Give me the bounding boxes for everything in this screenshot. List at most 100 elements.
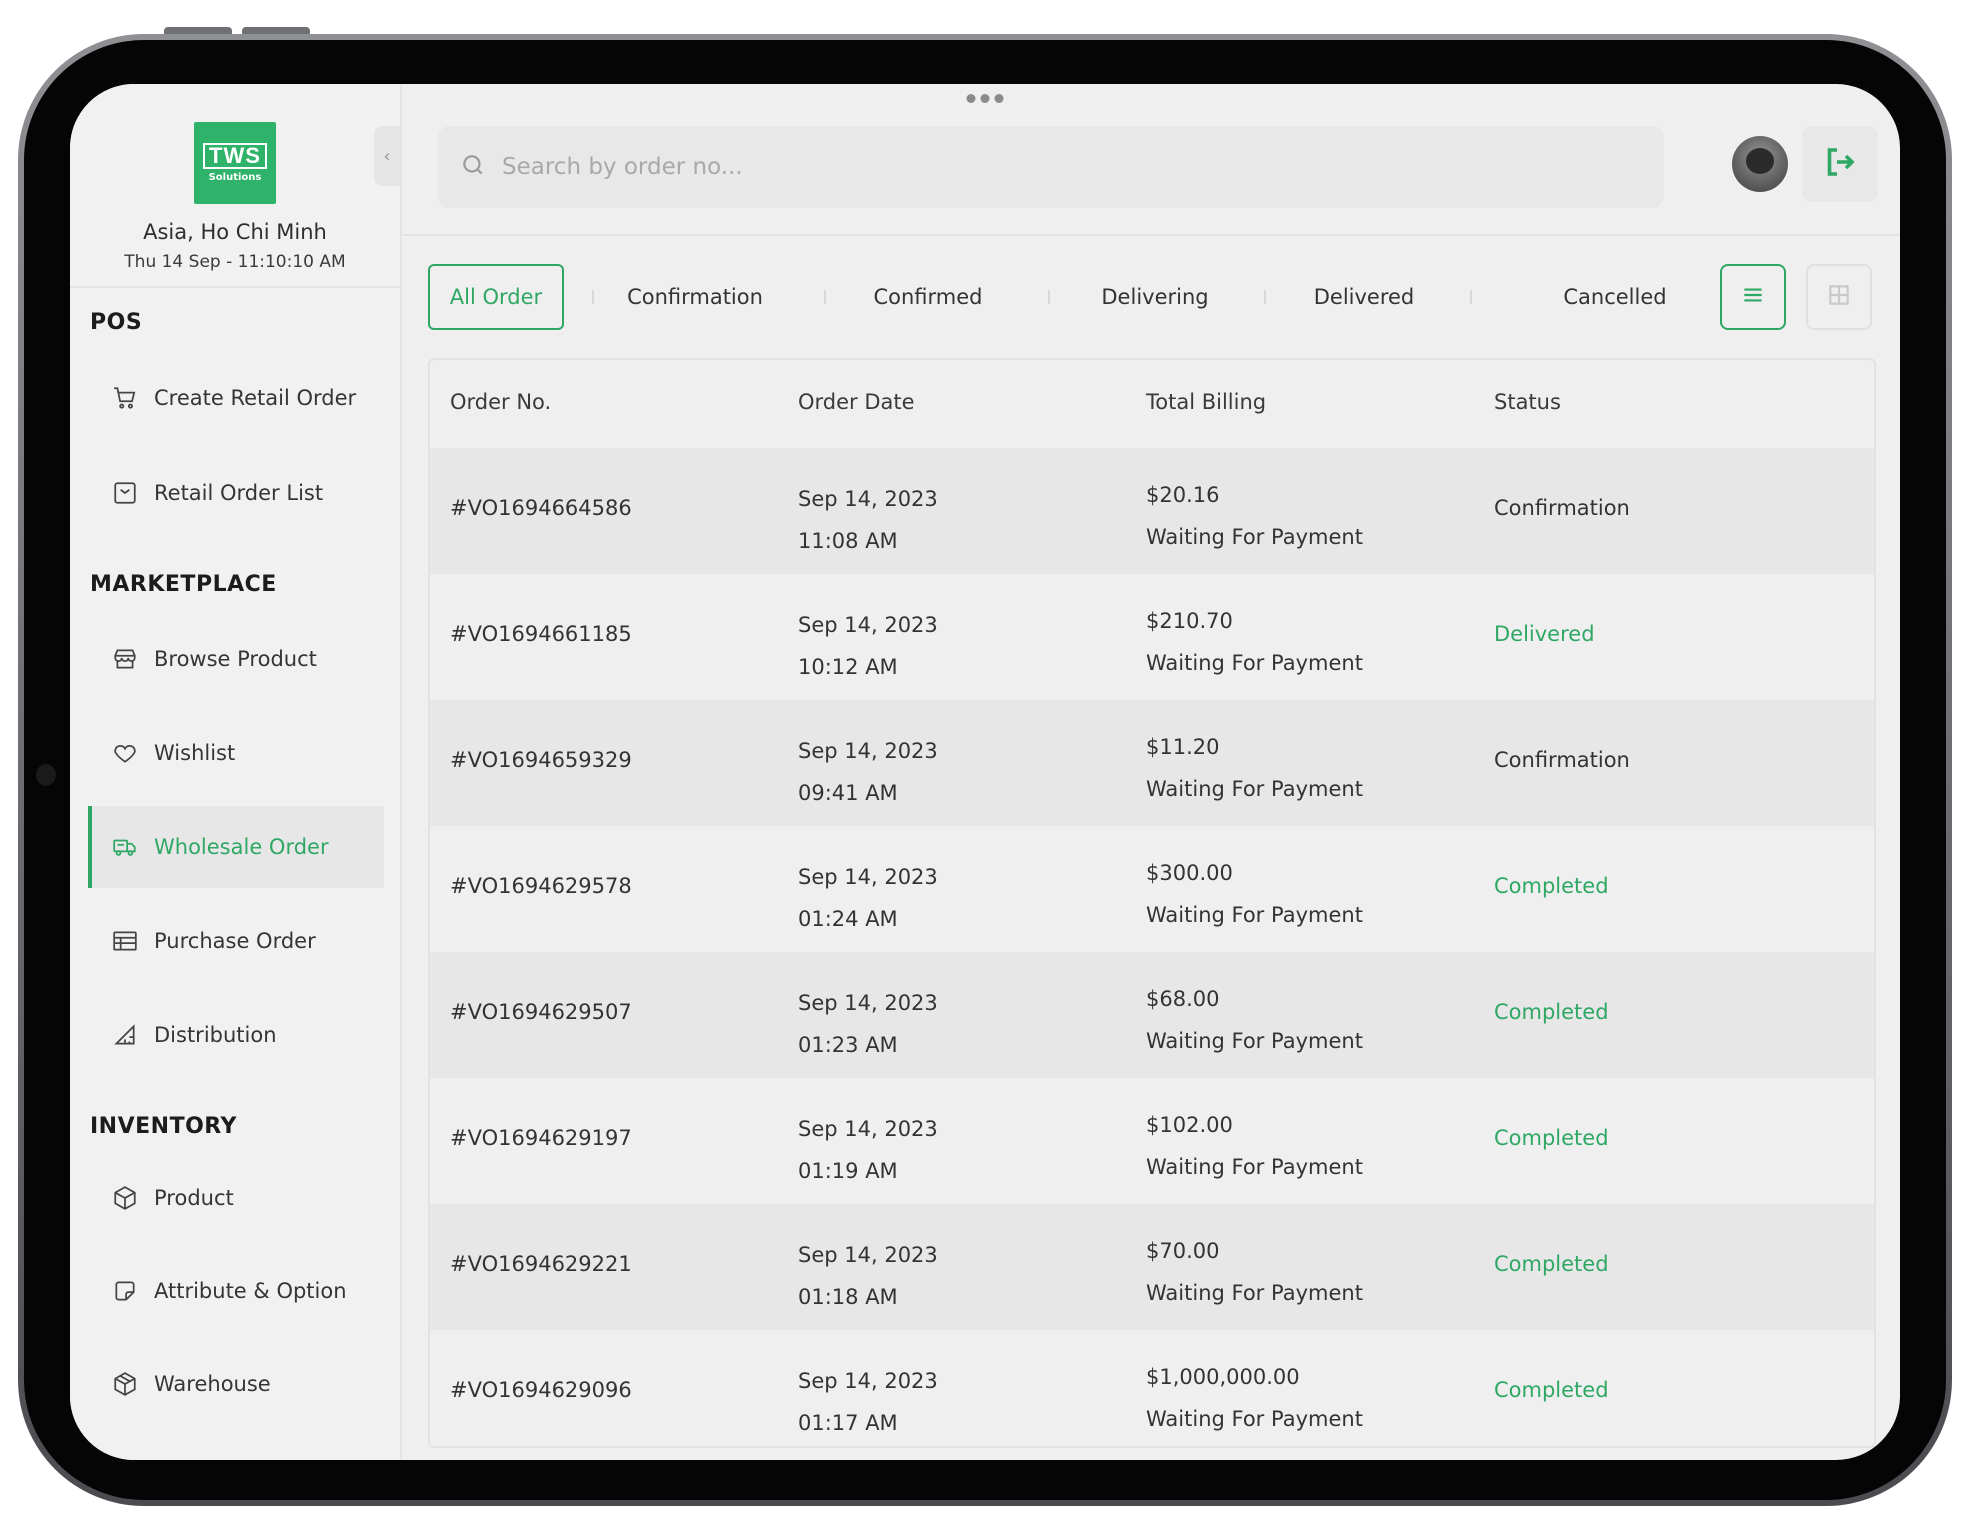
sidebar-item-label: Warehouse [154,1372,271,1396]
search-input[interactable] [500,153,1604,181]
sidebar-item-wholesale-order[interactable]: Wholesale Order [88,806,384,888]
tab-separator [1470,290,1472,304]
cart-icon [110,383,140,413]
billing-amount: $210.70 [1146,609,1233,633]
tab-confirmed[interactable]: Confirmed [848,264,1008,330]
sidebar-item-label: Create Retail Order [154,386,357,410]
payment-status: Waiting For Payment [1146,525,1363,549]
order-date: Sep 14, 2023 01:17 AM [798,1360,938,1444]
tab-cancelled[interactable]: Cancelled [1540,264,1690,330]
logout-icon [1822,144,1858,184]
order-date-time: 01:23 AM [798,1033,898,1057]
status-badge: Completed [1494,1252,1609,1276]
sidebar-item-label: Wishlist [154,741,236,765]
order-date-time: 10:12 AM [798,655,898,679]
order-date-day: Sep 14, 2023 [798,1243,938,1267]
order-number: #VO1694629197 [450,1126,632,1150]
order-number: #VO1694629221 [450,1252,632,1276]
order-date-time: 01:19 AM [798,1159,898,1183]
total-billing: $70.00 Waiting For Payment [1146,1230,1363,1314]
sidebar-item-distribution[interactable]: Distribution [88,994,384,1076]
order-date-time: 09:41 AM [798,781,898,805]
table-row[interactable]: #VO1694659329 Sep 14, 2023 09:41 AM $11.2… [430,700,1874,826]
billing-amount: $102.00 [1146,1113,1233,1137]
store-location: Asia, Ho Chi Minh [143,220,327,244]
status-badge: Completed [1494,1126,1609,1150]
triangle-ruler-icon [110,1020,140,1050]
table-row[interactable]: #VO1694664586 Sep 14, 2023 11:08 AM $20.1… [430,448,1874,574]
sidebar-item-retail-order-list[interactable]: Retail Order List [88,452,384,534]
billing-amount: $70.00 [1146,1239,1220,1263]
order-date-day: Sep 14, 2023 [798,865,938,889]
table-row[interactable]: #VO1694629197 Sep 14, 2023 01:19 AM $102.… [430,1078,1874,1204]
payment-status: Waiting For Payment [1146,651,1363,675]
column-header-status[interactable]: Status [1494,390,1561,414]
column-header-order-date[interactable]: Order Date [798,390,915,414]
collapse-sidebar-button[interactable]: ‹ [374,126,400,186]
order-date: Sep 14, 2023 10:12 AM [798,604,938,688]
order-date: Sep 14, 2023 01:19 AM [798,1108,938,1192]
payment-status: Waiting For Payment [1146,1029,1363,1053]
header-divider [400,234,1900,236]
tab-separator [592,290,594,304]
sidebar-item-label: Attribute & Option [154,1279,347,1303]
total-billing: $68.00 Waiting For Payment [1146,978,1363,1062]
table-row[interactable]: #VO1694629578 Sep 14, 2023 01:24 AM $300.… [430,826,1874,952]
order-number: #VO1694659329 [450,748,632,772]
search-bar[interactable] [438,126,1664,208]
tab-delivered[interactable]: Delivered [1284,264,1444,330]
logout-button[interactable] [1802,126,1878,202]
tab-delivering[interactable]: Delivering [1070,264,1240,330]
table-row[interactable]: #VO1694629507 Sep 14, 2023 01:23 AM $68.0… [430,952,1874,1078]
logo-sub-text: Solutions [208,172,262,183]
truck-icon [110,832,140,862]
inbox-icon [110,478,140,508]
sidebar-item-label: Retail Order List [154,481,324,505]
order-date-time: 01:18 AM [798,1285,898,1309]
sidebar-item-label: Browse Product [154,647,317,671]
tablet-camera [36,764,56,786]
sidebar-item-browse-product[interactable]: Browse Product [88,618,384,700]
order-date-day: Sep 14, 2023 [798,991,938,1015]
order-date-day: Sep 14, 2023 [798,1369,938,1393]
order-number: #VO1694629096 [450,1378,632,1402]
table-header: Order No. Order Date Total Billing Statu… [430,360,1874,448]
total-billing: $102.00 Waiting For Payment [1146,1104,1363,1188]
table-row[interactable]: #VO1694629221 Sep 14, 2023 01:18 AM $70.0… [430,1204,1874,1330]
tab-separator [824,290,826,304]
sidebar-item-purchase-order[interactable]: Purchase Order [88,900,384,982]
user-avatar[interactable] [1732,136,1788,192]
payment-status: Waiting For Payment [1146,903,1363,927]
column-header-total-billing[interactable]: Total Billing [1146,390,1266,414]
total-billing: $20.16 Waiting For Payment [1146,474,1363,558]
tab-all-order[interactable]: All Order [428,264,564,330]
sidebar-item-attribute-option[interactable]: Attribute & Option [88,1250,384,1332]
section-title-marketplace: MARKETPLACE [90,572,277,597]
status-badge: Confirmation [1494,496,1630,520]
sidebar-item-product[interactable]: Product [88,1157,384,1239]
status-badge: Completed [1494,874,1609,898]
tab-confirmation[interactable]: Confirmation [610,264,780,330]
table-row[interactable]: #VO1694629096 Sep 14, 2023 01:17 AM $1,00… [430,1330,1874,1446]
status-badge: Confirmation [1494,748,1630,772]
list-view-button[interactable] [1720,264,1786,330]
order-date: Sep 14, 2023 01:23 AM [798,982,938,1066]
order-date-day: Sep 14, 2023 [798,487,938,511]
grid-view-button[interactable] [1806,264,1872,330]
sidebar-item-create-retail-order[interactable]: Create Retail Order [88,357,384,439]
order-date: Sep 14, 2023 01:18 AM [798,1234,938,1318]
current-datetime: Thu 14 Sep - 11:10:10 AM [124,252,346,272]
order-date-time: 01:24 AM [798,907,898,931]
table-row[interactable]: #VO1694661185 Sep 14, 2023 10:12 AM $210.… [430,574,1874,700]
sidebar-item-warehouse[interactable]: Warehouse [88,1343,384,1425]
box-icon [110,1183,140,1213]
section-title-pos: POS [90,310,143,335]
multitask-handle[interactable] [966,94,1004,103]
payment-status: Waiting For Payment [1146,777,1363,801]
total-billing: $210.70 Waiting For Payment [1146,600,1363,684]
column-header-order-no[interactable]: Order No. [450,390,551,414]
total-billing: $300.00 Waiting For Payment [1146,852,1363,936]
sidebar-item-label: Purchase Order [154,929,316,953]
sidebar-item-wishlist[interactable]: Wishlist [88,712,384,794]
order-number: #VO1694629507 [450,1000,632,1024]
